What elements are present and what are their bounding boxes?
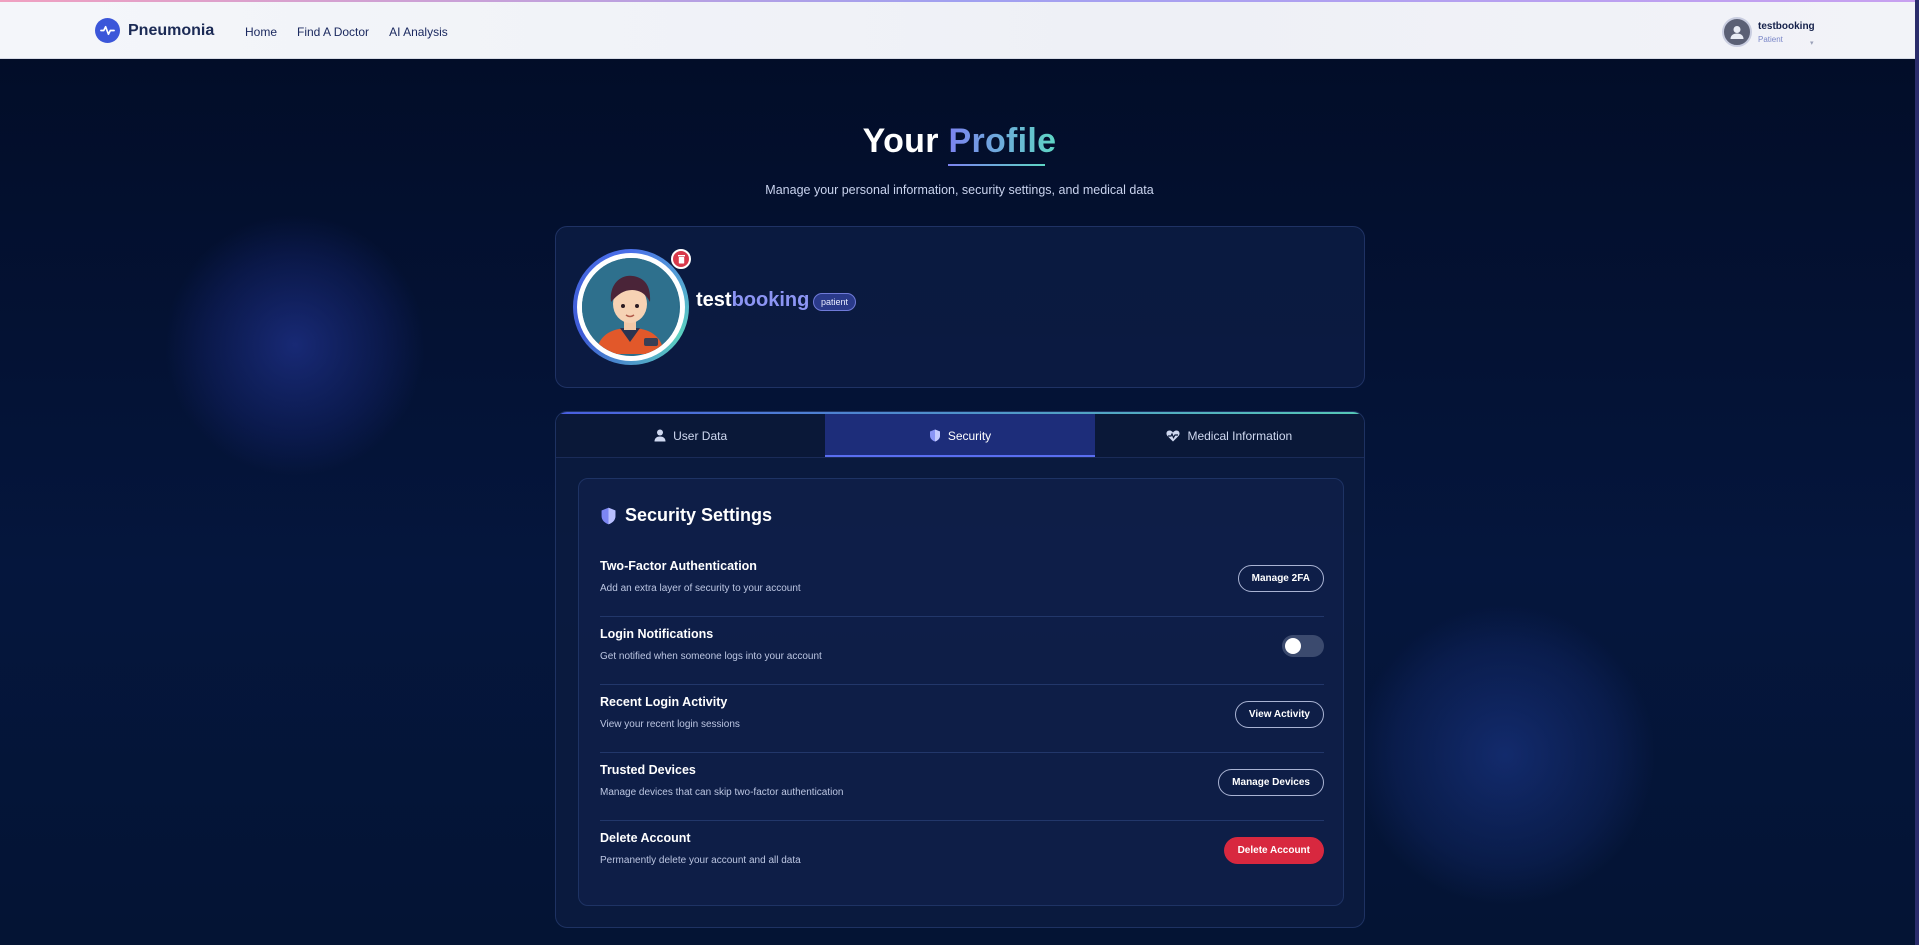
- tab-security[interactable]: Security: [825, 414, 1095, 457]
- user-avatar-icon: [1722, 17, 1752, 47]
- delete-avatar-button[interactable]: [671, 249, 691, 269]
- security-settings-heading: Security Settings: [600, 505, 772, 526]
- setting-title: Delete Account: [600, 831, 691, 845]
- setting-title: Two-Factor Authentication: [600, 559, 757, 573]
- manage-devices-button[interactable]: Manage Devices: [1218, 769, 1324, 796]
- brand[interactable]: Pneumonia: [95, 18, 214, 43]
- setting-row-2fa: Two-Factor Authentication Add an extra l…: [600, 549, 1324, 617]
- setting-row-recent-login-activity: Recent Login Activity View your recent l…: [600, 685, 1324, 753]
- trash-icon: [677, 255, 685, 264]
- setting-row-trusted-devices: Trusted Devices Manage devices that can …: [600, 753, 1324, 821]
- page-title: Your Profile: [0, 122, 1919, 161]
- avatar[interactable]: [573, 249, 689, 365]
- tab-user-data[interactable]: User Data: [556, 414, 825, 457]
- profile-tabs-card: User Data Security Medical Information S…: [555, 411, 1365, 928]
- brand-name: Pneumonia: [128, 21, 215, 39]
- security-settings-panel: Security Settings Two-Factor Authenticat…: [578, 478, 1344, 906]
- nav-home[interactable]: Home: [245, 25, 277, 39]
- setting-description: View your recent login sessions: [600, 719, 740, 730]
- user-role: Patient: [1758, 34, 1783, 44]
- setting-title: Trusted Devices: [600, 763, 696, 777]
- security-settings-title: Security Settings: [625, 505, 773, 525]
- setting-row-login-notifications: Login Notifications Get notified when so…: [600, 617, 1324, 685]
- tab-user-data-label: User Data: [673, 428, 728, 443]
- user-info: testbooking Patient: [1758, 21, 1815, 44]
- tab-medical-information[interactable]: Medical Information: [1095, 414, 1364, 457]
- heart-pulse-icon: [1166, 430, 1180, 441]
- tab-security-label: Security: [947, 428, 992, 443]
- profile-name-part1: test: [696, 289, 732, 311]
- page-title-main: Your: [862, 122, 939, 160]
- nav-find-a-doctor[interactable]: Find A Doctor: [297, 25, 369, 39]
- setting-description: Add an extra layer of security to your a…: [600, 583, 801, 594]
- role-badge: patient: [813, 293, 857, 311]
- top-navbar: Pneumonia Home Find A Doctor AI Analysis…: [0, 2, 1915, 59]
- setting-title: Recent Login Activity: [600, 695, 728, 709]
- shield-icon: [929, 429, 940, 442]
- profile-name-part2: booking: [731, 289, 810, 311]
- chevron-down-icon[interactable]: ▾: [1810, 39, 1814, 47]
- profile-card: testbooking patient: [555, 226, 1365, 388]
- setting-description: Manage devices that can skip two-factor …: [600, 787, 844, 798]
- setting-row-delete-account: Delete Account Permanently delete your a…: [600, 821, 1324, 889]
- manage-2fa-button[interactable]: Manage 2FA: [1237, 565, 1324, 592]
- page-title-accent: Profile: [948, 122, 1057, 160]
- user-menu[interactable]: testbooking Patient: [1722, 17, 1815, 47]
- tab-medical-information-label: Medical Information: [1187, 428, 1293, 443]
- page-subtitle: Manage your personal information, securi…: [765, 183, 1154, 197]
- user-icon: [654, 429, 666, 442]
- tab-bar: User Data Security Medical Information: [556, 414, 1364, 458]
- toggle-knob: [1285, 638, 1301, 654]
- title-underline: [948, 164, 1045, 166]
- avatar-frame: [577, 253, 685, 361]
- main-nav: Home Find A Doctor AI Analysis: [245, 25, 448, 39]
- view-activity-button[interactable]: View Activity: [1234, 701, 1324, 728]
- shield-icon: [601, 507, 616, 524]
- login-notifications-toggle[interactable]: [1282, 635, 1324, 657]
- delete-account-button[interactable]: Delete Account: [1223, 837, 1324, 864]
- user-name: testbooking: [1758, 20, 1815, 32]
- profile-name: testbooking: [696, 289, 809, 312]
- avatar-illustration: [582, 258, 680, 356]
- nav-ai-analysis[interactable]: AI Analysis: [389, 25, 448, 39]
- setting-title: Login Notifications: [600, 627, 714, 641]
- setting-description: Permanently delete your account and all …: [600, 855, 801, 866]
- pulse-logo-icon: [95, 18, 120, 43]
- setting-description: Get notified when someone logs into your…: [600, 651, 822, 662]
